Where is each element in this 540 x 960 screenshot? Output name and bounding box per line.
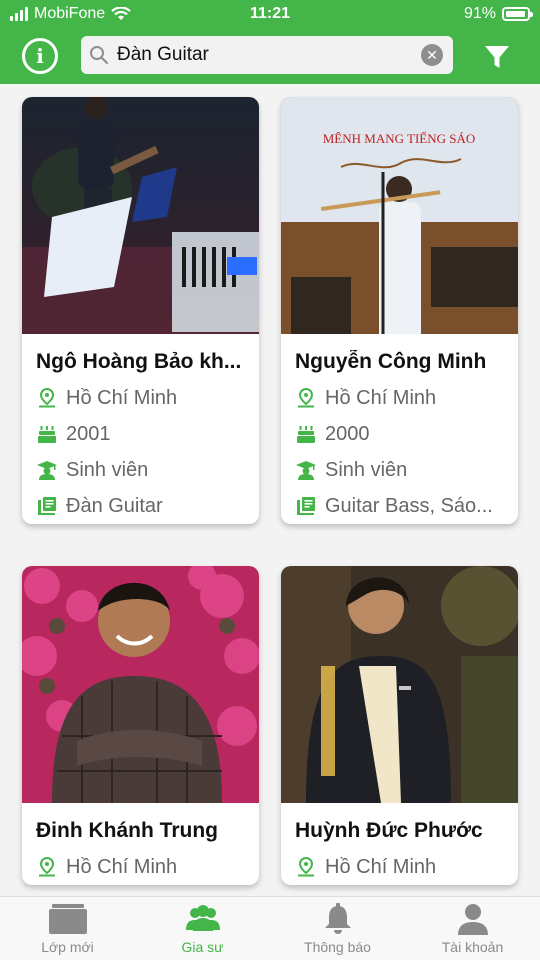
tutor-card[interactable]: Đinh Khánh Trung Hồ Chí Minh [22,566,259,885]
search-bar[interactable]: ✕ [81,36,453,74]
classes-icon [48,904,87,934]
tutor-photo [281,566,518,803]
tutor-location: Hồ Chí Minh [281,380,518,416]
tutor-occupation: Sinh viên [22,452,259,488]
tab-tutors-label: Gia sư [181,939,224,955]
tutor-list: Ngô Hoàng Bảo kh... Hồ Chí Minh 2001 Sin… [0,84,540,896]
tutor-subjects: Đàn Guitar [22,488,259,524]
account-icon [457,904,488,935]
tab-account-label: Tài khoản [441,939,504,955]
tutor-job: Sinh viên [325,458,408,481]
graduation-cap-icon [296,461,316,480]
tutor-year: 2000 [325,422,370,445]
tutor-city: Hồ Chí Minh [325,386,437,409]
status-bar: MobiFone 11:21 91% [0,0,540,30]
tutor-name: Nguyễn Công Minh [295,350,487,373]
tab-account[interactable]: Tài khoản [405,897,540,960]
tutors-icon [185,905,220,931]
tutor-name: Đinh Khánh Trung [36,819,218,842]
tutor-card[interactable]: MÊNH MANG TIẾNG SÁO Nguyễn Công Minh Hồ … [281,97,518,524]
bell-icon [324,903,351,934]
tutor-location: Hồ Chí Minh [22,849,259,885]
tutor-location: Hồ Chí Minh [22,380,259,416]
tutor-photo: MÊNH MANG TIẾNG SÁO [281,97,518,334]
bottom-tab-bar: Lớp mới Gia sư Thông báo Tài khoản [0,896,540,960]
tutor-name: Huỳnh Đức Phước [295,819,483,842]
birthday-cake-icon [297,426,315,443]
tutor-subject-list: Guitar Bass, Sáo... [325,494,493,517]
tutor-card[interactable]: Ngô Hoàng Bảo kh... Hồ Chí Minh 2001 Sin… [22,97,259,524]
tutor-subject-list: Đàn Guitar [66,494,163,517]
tutor-name: Ngô Hoàng Bảo kh... [36,350,242,373]
search-icon [81,36,117,74]
tab-new-classes[interactable]: Lớp mới [0,897,135,960]
birthday-cake-icon [38,426,56,443]
battery-status: 91% [463,5,533,23]
book-icon [297,497,315,515]
tutor-photo [22,97,259,334]
tutor-photo [22,566,259,803]
tutor-city: Hồ Chí Minh [325,855,437,878]
poster-title: MÊNH MANG TIẾNG SÁO [323,131,476,146]
status-time: 11:21 [249,5,291,22]
search-input[interactable] [117,44,397,66]
location-pin-icon [39,856,55,877]
location-pin-icon [298,387,314,408]
tab-notifications-label: Thông báo [304,939,371,955]
tab-notifications[interactable]: Thông báo [270,897,405,960]
tutor-city: Hồ Chí Minh [66,386,178,409]
book-icon [38,497,56,515]
filter-icon[interactable] [484,44,510,70]
tutor-card[interactable]: Huỳnh Đức Phước Hồ Chí Minh [281,566,518,885]
tab-new-classes-label: Lớp mới [41,939,94,955]
location-pin-icon [298,856,314,877]
info-button[interactable]: i [22,38,58,74]
tutor-birth-year: 2001 [22,416,259,452]
battery-icon [502,7,533,21]
graduation-cap-icon [37,461,57,480]
battery-percent: 91% [463,5,496,22]
tutor-city: Hồ Chí Minh [66,855,178,878]
tutor-year: 2001 [66,422,111,445]
clear-search-icon[interactable]: ✕ [421,44,443,66]
tutor-location: Hồ Chí Minh [281,849,518,885]
tutor-subjects: Guitar Bass, Sáo... [281,488,518,524]
location-pin-icon [39,387,55,408]
tutor-birth-year: 2000 [281,416,518,452]
tab-tutors[interactable]: Gia sư [135,897,270,960]
app-header: MobiFone 11:21 91% i ✕ [0,0,540,84]
tutor-occupation: Sinh viên [281,452,518,488]
tutor-job: Sinh viên [66,458,149,481]
